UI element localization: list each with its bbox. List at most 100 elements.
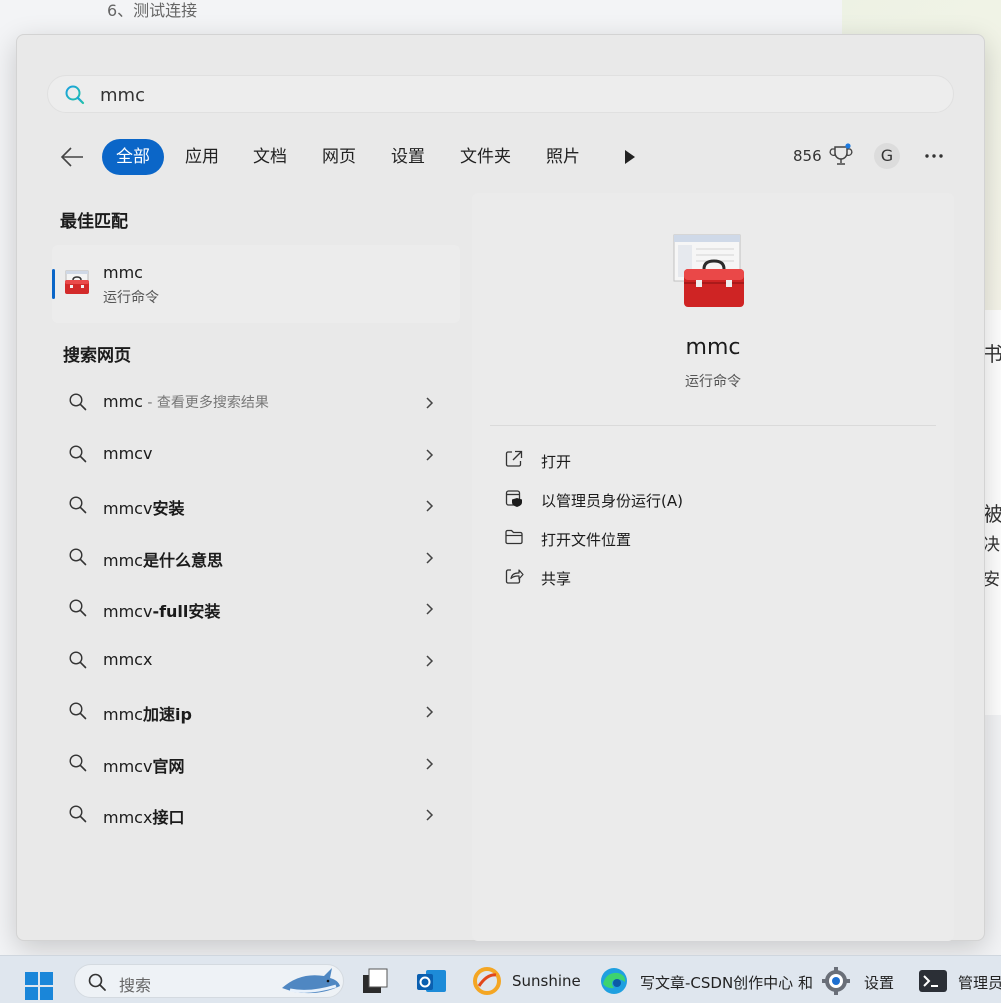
tab-all[interactable]: 全部 [102,139,164,175]
action-label: 以管理员身份运行(A) [541,492,683,510]
taskbar-app-sunshine[interactable]: Sunshine [472,966,592,996]
start-button[interactable] [24,971,54,1003]
suggestion-text: mmc - 查看更多搜索结果 [103,392,269,412]
back-button[interactable] [57,143,87,171]
share-action[interactable]: 共享 [490,560,936,594]
chevron-right-icon [424,704,436,723]
detail-subtitle: 运行命令 [685,374,741,390]
detail-title: mmc [685,335,741,360]
best-match-subtitle: 运行命令 [103,290,159,306]
open-action[interactable]: 打开 [490,443,936,477]
background-char: 书 [983,342,1001,366]
trophy-icon [829,143,853,165]
web-search-suggestion[interactable]: mmcv官网 [52,741,460,785]
taskbar-app-label: 设置 [864,974,895,992]
taskbar-app-terminal[interactable]: 管理员 [918,966,1001,996]
search-input[interactable] [100,82,920,108]
edge-browser-icon [601,968,627,994]
search-icon [68,495,88,519]
window-icon [363,968,388,993]
taskbar-app-label: 写文章-CSDN创作中心 和 [640,974,813,992]
suggestion-prefix: mmcv [103,602,153,621]
chevron-right-icon [424,550,436,569]
search-icon [68,547,88,571]
selection-indicator [52,269,55,299]
open-external-icon [504,449,524,473]
suggestion-bold: 安装 [152,499,185,518]
terminal-icon [919,970,947,992]
folder-icon [504,527,524,551]
suggestion-prefix: mmcx [103,650,153,669]
taskbar-app-settings[interactable]: 设置 [820,966,910,996]
outlook-icon [417,970,446,992]
web-search-heading: 搜索网页 [63,346,131,366]
suggestion-bold: 加速ip [142,705,192,724]
best-match-heading: 最佳匹配 [60,212,128,232]
more-options-button[interactable] [921,143,947,169]
run-as-admin-action[interactable]: 以管理员身份运行(A) [490,482,936,516]
suggestion-prefix: mmcv [103,757,153,776]
best-match-item[interactable]: mmc 运行命令 [52,245,460,323]
suggestion-bold: 是什么意思 [142,551,223,570]
tab-settings[interactable]: 设置 [377,139,439,175]
toolbox-icon [62,268,92,302]
chevron-right-icon [424,756,436,775]
web-search-suggestion[interactable]: mmcx [52,638,460,682]
filter-bar: 全部 应用 文档 网页 设置 文件夹 照片 856 G [57,139,957,175]
web-search-suggestion[interactable]: mmc加速ip [52,689,460,733]
web-search-suggestion[interactable]: mmcv安装 [52,483,460,527]
chevron-right-icon [424,498,436,517]
suggestion-prefix: mmcv [103,499,153,518]
rewards-points: 856 [793,147,822,165]
suggestion-text: mmc加速ip [103,701,192,725]
best-match-title: mmc [103,263,143,282]
sunshine-icon [473,967,501,995]
rewards-button[interactable] [829,143,853,173]
taskbar-search[interactable]: 搜索 [74,964,344,998]
taskbar-app-taskview[interactable] [360,966,392,996]
web-search-suggestion[interactable]: mmcv-full安装 [52,586,460,630]
search-icon [68,804,88,828]
search-icon [64,84,86,110]
background-char: 安 [983,570,1000,590]
gear-icon [822,967,850,995]
taskbar-search-placeholder: 搜索 [119,976,152,995]
taskbar: 搜索 Sunshine 写文章-CSDN创作中心 和 设置 管理员 [0,955,1001,1003]
play-icon [625,150,635,164]
windows-icon [25,972,53,1000]
search-icon [68,444,88,468]
tab-apps[interactable]: 应用 [171,139,233,175]
avatar[interactable]: G [874,143,900,169]
tab-photos[interactable]: 照片 [532,139,594,175]
suggestion-hint: - 查看更多搜索结果 [142,395,269,411]
more-tabs-button[interactable] [619,147,639,167]
web-search-suggestion[interactable]: mmcx接口 [52,792,460,836]
web-search-suggestion[interactable]: mmcv [52,432,460,476]
tab-folders[interactable]: 文件夹 [446,139,525,175]
open-file-location-action[interactable]: 打开文件位置 [490,521,936,555]
arrow-left-icon [60,147,83,167]
share-icon [504,566,524,590]
detail-pane: mmc 运行命令 打开 以管理员身份运行(A) 打开文件位置 共享 [472,193,954,941]
action-label: 共享 [541,570,572,588]
web-search-suggestion[interactable]: mmc - 查看更多搜索结果 [52,380,460,424]
chevron-right-icon [424,601,436,620]
suggestion-text: mmcv官网 [103,753,184,777]
search-icon [68,392,88,416]
action-label: 打开文件位置 [541,531,632,549]
suggestion-prefix: mmc [103,705,143,724]
chevron-right-icon [424,653,436,672]
suggestion-prefix: mmcx [103,808,153,827]
suggestion-text: mmcx [103,650,152,669]
suggestion-prefix: mmc [103,551,143,570]
detail-divider [490,425,936,426]
suggestion-bold: 接口 [152,808,185,827]
background-heading: 6、测试连接 [107,1,198,20]
action-label: 打开 [541,453,572,471]
tab-web[interactable]: 网页 [308,139,370,175]
search-box[interactable] [47,75,954,113]
web-search-suggestion[interactable]: mmc是什么意思 [52,535,460,579]
taskbar-app-outlook[interactable] [416,966,448,996]
taskbar-app-edge[interactable]: 写文章-CSDN创作中心 和 [598,966,813,996]
tab-documents[interactable]: 文档 [239,139,301,175]
